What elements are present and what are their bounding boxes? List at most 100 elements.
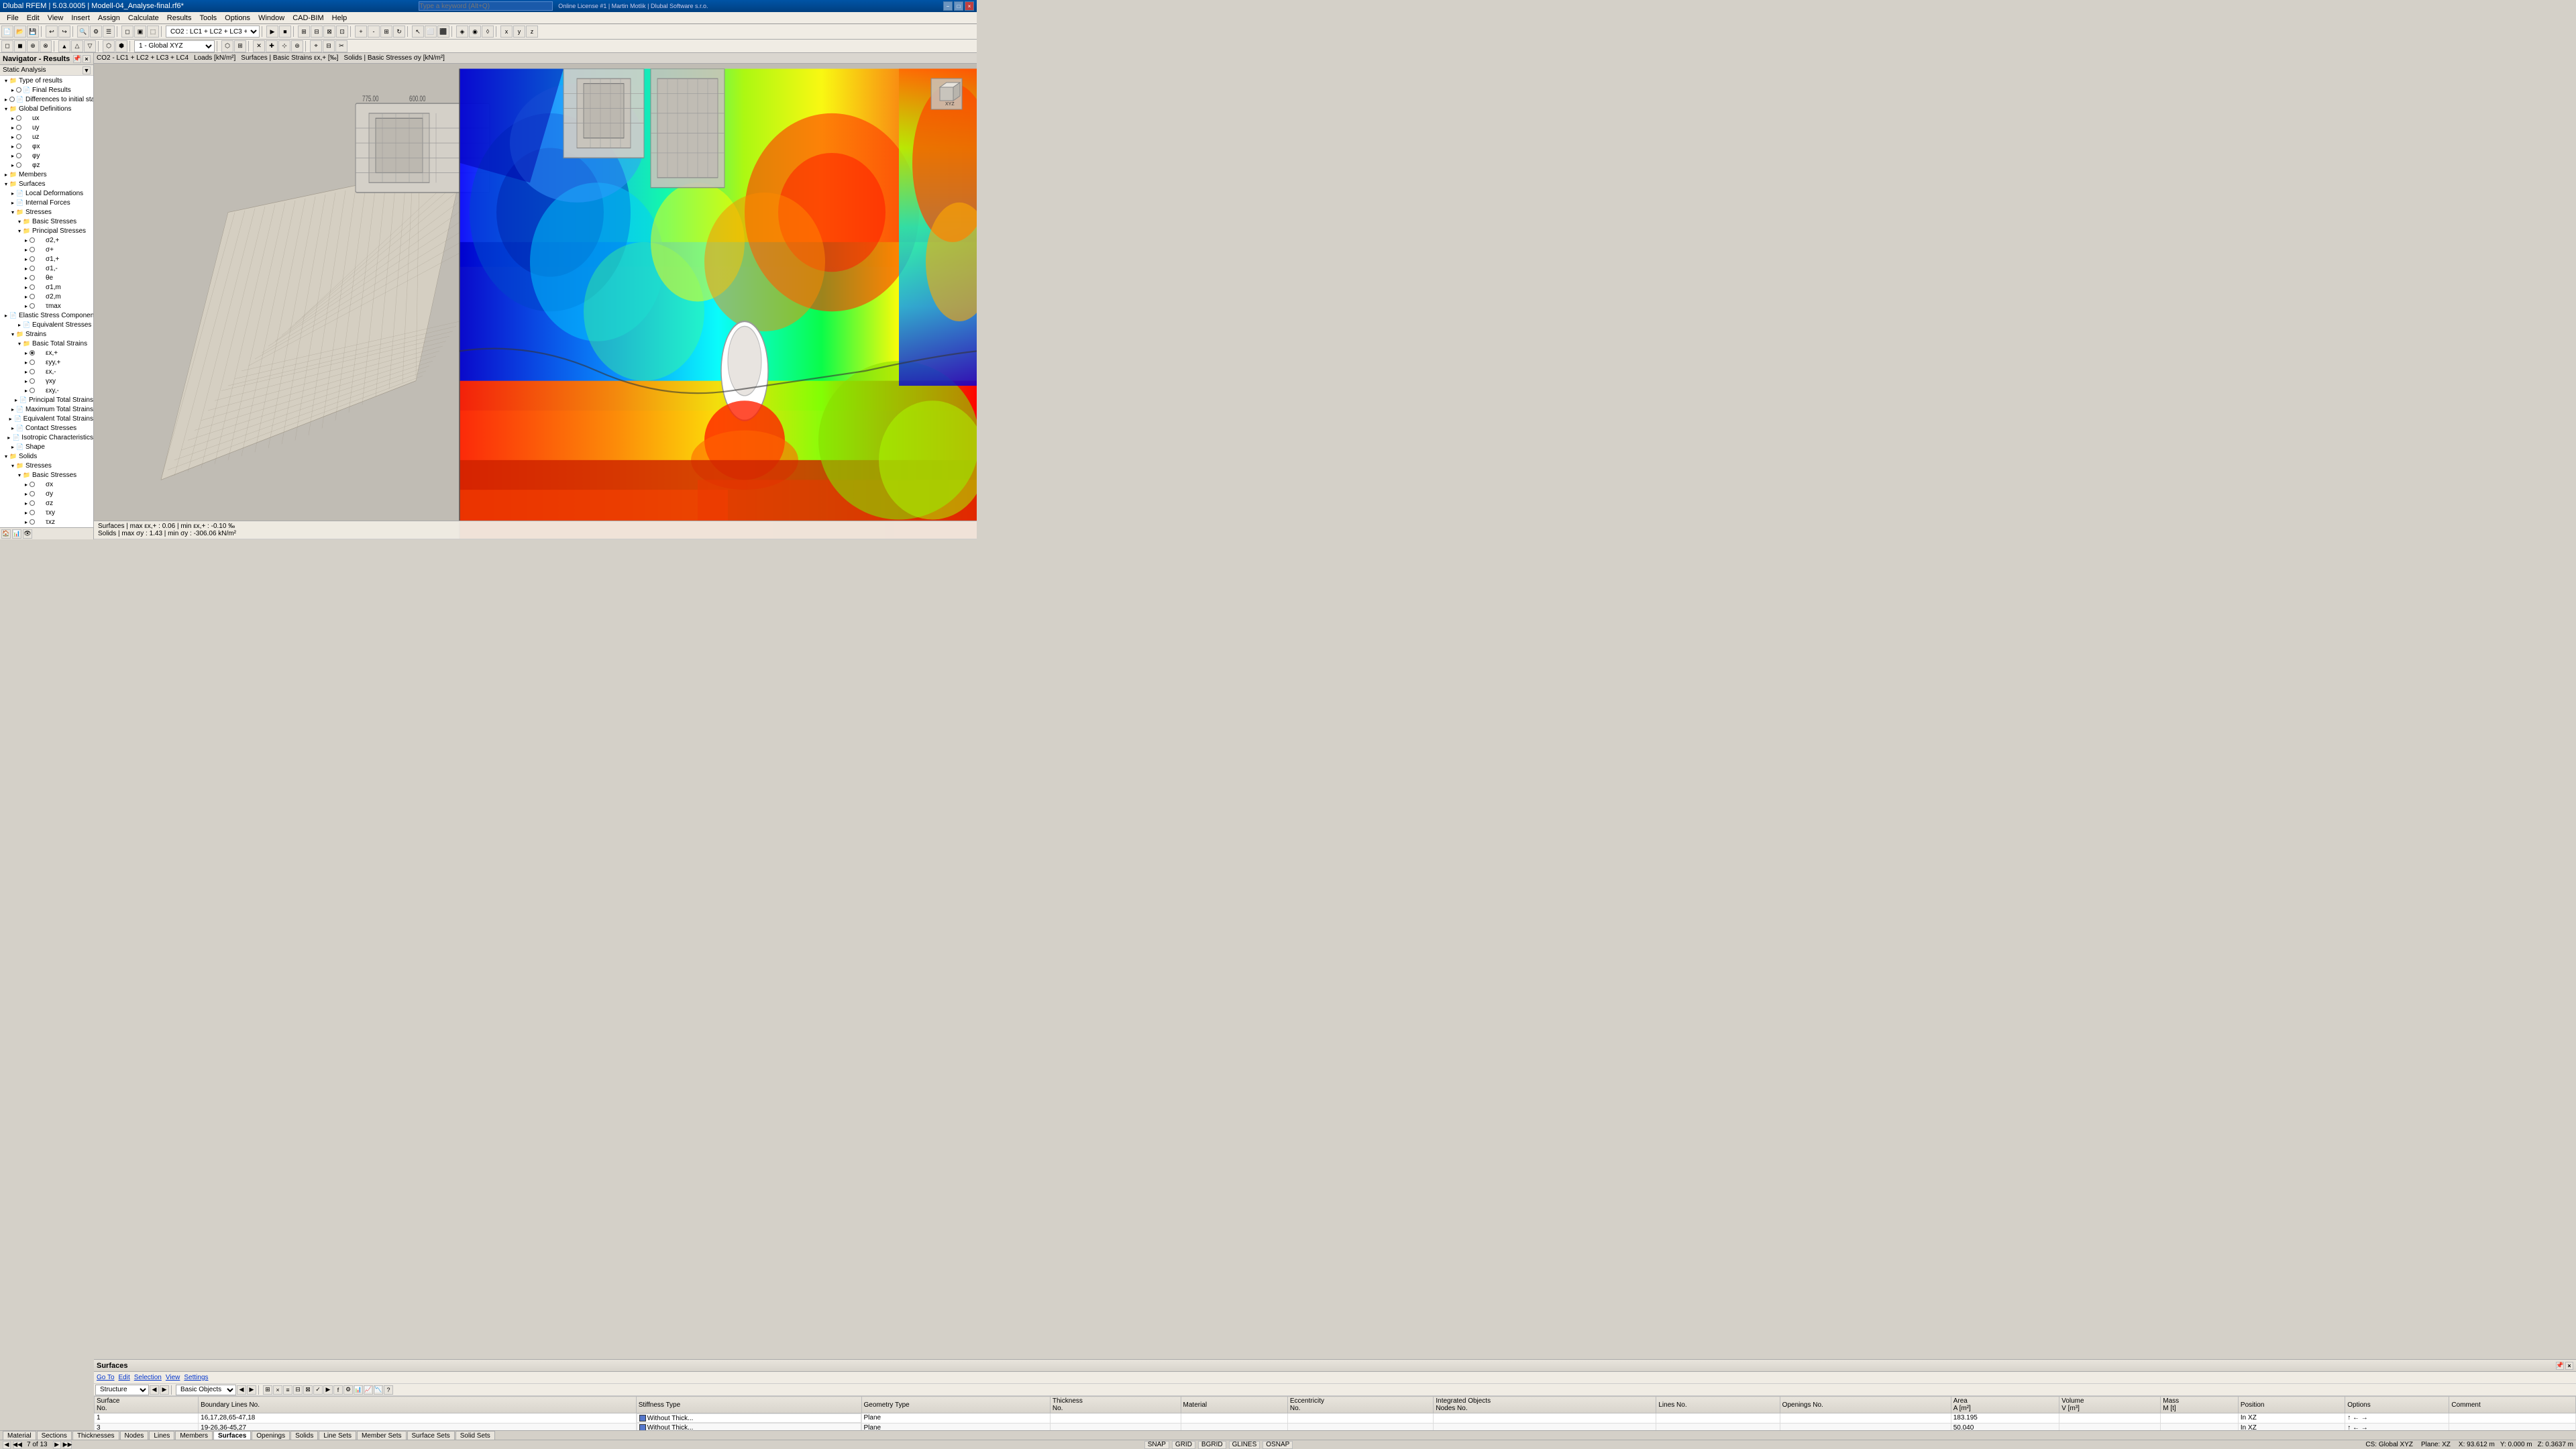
nav-tree-item-24[interactable]: ▸τmax	[0, 301, 93, 311]
nav-tree-item-41[interactable]: ▾📁Stresses	[0, 461, 93, 470]
struct-prev[interactable]: ◀	[150, 1385, 159, 1395]
grid-toggle[interactable]: GRID	[1172, 1441, 1195, 1449]
surf-tb11[interactable]: 📈	[364, 1385, 373, 1395]
menu-view[interactable]: View	[44, 13, 68, 23]
search-input[interactable]	[419, 1, 553, 11]
tb-undo[interactable]: ↩	[46, 25, 58, 38]
nav-tree-item-21[interactable]: ▸θe	[0, 273, 93, 282]
tb-select3[interactable]: ⬛	[437, 25, 449, 38]
menu-calculate[interactable]: Calculate	[124, 13, 163, 23]
menu-cad-bim[interactable]: CAD-BIM	[288, 13, 327, 23]
menu-options[interactable]: Options	[221, 13, 254, 23]
tb-axis2[interactable]: y	[513, 25, 525, 38]
nav-tree-item-34[interactable]: ▸📄Principal Total Strains	[0, 395, 93, 405]
snap-toggle[interactable]: SNAP	[1144, 1441, 1169, 1449]
nav-tree-item-9[interactable]: ▸φz	[0, 160, 93, 170]
tb2-btn7[interactable]: ▽	[84, 40, 96, 52]
bottom-tab-nodes[interactable]: Nodes	[120, 1431, 149, 1440]
nav-tree-item-5[interactable]: ▸uy	[0, 123, 93, 132]
surf-tb10[interactable]: 📊	[354, 1385, 363, 1395]
nav-tree-item-45[interactable]: ▸σz	[0, 498, 93, 508]
3d-viewport[interactable]: CO2 - LC1 + LC2 + LC3 + LC4 Loads [kN/m²…	[94, 53, 977, 539]
tb-axis1[interactable]: x	[500, 25, 513, 38]
tb-zoom-fit[interactable]: ⊞	[380, 25, 392, 38]
tb2-snap4[interactable]: ⊛	[291, 40, 303, 52]
nav-tree-item-42[interactable]: ▾📁Basic Stresses	[0, 470, 93, 480]
nav-tree-item-40[interactable]: ▾📁Solids	[0, 451, 93, 461]
nav-tree-item-4[interactable]: ▸ux	[0, 113, 93, 123]
nav-tree-item-28[interactable]: ▾📁Basic Total Strains	[0, 339, 93, 348]
surf-tb12[interactable]: 📉	[374, 1385, 383, 1395]
tb-view3[interactable]: ◊	[482, 25, 494, 38]
tb-redo[interactable]: ↪	[58, 25, 70, 38]
bottom-tab-members[interactable]: Members	[175, 1431, 213, 1440]
bottom-tab-line-sets[interactable]: Line Sets	[319, 1431, 356, 1440]
page-next[interactable]: ▶	[53, 1441, 61, 1449]
surf-tb9[interactable]: ⚙	[343, 1385, 353, 1395]
menu-results[interactable]: Results	[163, 13, 196, 23]
tb-display3[interactable]: ⊠	[323, 25, 335, 38]
bottom-tab-member-sets[interactable]: Member Sets	[357, 1431, 406, 1440]
bottom-tab-sections[interactable]: Sections	[37, 1431, 72, 1440]
nav-results[interactable]: 📊	[12, 529, 21, 539]
goto-link[interactable]: Go To	[97, 1374, 115, 1381]
tb2-btn1[interactable]: ◻	[1, 40, 13, 52]
nav-display[interactable]: 👁	[23, 529, 32, 539]
nav-tree-item-22[interactable]: ▸σ1,m	[0, 282, 93, 292]
nav-tree-item-7[interactable]: ▸φx	[0, 142, 93, 151]
tb-stop[interactable]: ■	[279, 25, 291, 38]
nav-tree-item-26[interactable]: ▸📄Equivalent Stresses	[0, 320, 93, 329]
bottom-tab-surfaces[interactable]: Surfaces	[213, 1431, 251, 1440]
nav-tree-item-17[interactable]: ▸σ2,+	[0, 235, 93, 245]
tb-btn-3[interactable]: 🔍	[77, 25, 89, 38]
nav-tree-item-37[interactable]: ▸📄Contact Stresses	[0, 423, 93, 433]
tb2-snap2[interactable]: ✚	[266, 40, 278, 52]
tb2-perspective[interactable]: ⬡	[221, 40, 233, 52]
bottom-tab-openings[interactable]: Openings	[252, 1431, 290, 1440]
menu-window[interactable]: Window	[254, 13, 288, 23]
bgrid-toggle[interactable]: BGRID	[1198, 1441, 1226, 1449]
menu-help[interactable]: Help	[328, 13, 352, 23]
nav-tree-item-15[interactable]: ▾📁Basic Stresses	[0, 217, 93, 226]
tb-new[interactable]: 📄	[1, 25, 13, 38]
tb-btn-7[interactable]: ▣	[134, 25, 146, 38]
load-combo-dropdown[interactable]: CO2 : LC1 + LC2 + LC3 + LC4	[166, 25, 260, 38]
menu-edit[interactable]: Edit	[23, 13, 44, 23]
nav-pin[interactable]: 📌	[73, 55, 81, 63]
surfaces-pin[interactable]: 📌	[2556, 1362, 2564, 1370]
tb2-snap3[interactable]: ⊹	[278, 40, 290, 52]
tb-display1[interactable]: ⊞	[298, 25, 310, 38]
surf-tb5[interactable]: ⊠	[303, 1385, 313, 1395]
tb2-btn8[interactable]: ⬡	[103, 40, 115, 52]
tb2-cut[interactable]: ✂	[335, 40, 347, 52]
tb2-btn3[interactable]: ⊕	[27, 40, 39, 52]
surf-tb13[interactable]: ?	[384, 1385, 393, 1395]
nav-tree-item-20[interactable]: ▸σ1,-	[0, 264, 93, 273]
surf-tb6[interactable]: ✓	[313, 1385, 323, 1395]
tb-save[interactable]: 💾	[27, 25, 39, 38]
nav-tree-item-30[interactable]: ▸εyy,+	[0, 358, 93, 367]
tb-btn-8[interactable]: ⬚	[147, 25, 159, 38]
surfaces-close[interactable]: ×	[2565, 1362, 2573, 1370]
page-last[interactable]: ▶▶	[64, 1441, 72, 1449]
glines-toggle[interactable]: GLINES	[1229, 1441, 1260, 1449]
surf-tb7[interactable]: ▶	[323, 1385, 333, 1395]
menu-assign[interactable]: Assign	[94, 13, 124, 23]
nav-tree-item-19[interactable]: ▸σ1,+	[0, 254, 93, 264]
bottom-tab-surface-sets[interactable]: Surface Sets	[407, 1431, 455, 1440]
tb-view1[interactable]: ◈	[456, 25, 468, 38]
nav-tree-item-8[interactable]: ▸φy	[0, 151, 93, 160]
minimize-button[interactable]: −	[943, 1, 953, 11]
tb-display4[interactable]: ⊡	[336, 25, 348, 38]
surf-tb4[interactable]: ⊟	[293, 1385, 303, 1395]
tb-select1[interactable]: ↖	[412, 25, 424, 38]
nav-tree-item-38[interactable]: ▸📄Isotropic Characteristics	[0, 433, 93, 442]
nav-model[interactable]: 🏠	[1, 529, 11, 539]
nav-tree-item-18[interactable]: ▸σ+	[0, 245, 93, 254]
surf-tb2[interactable]: ×	[273, 1385, 282, 1395]
nav-tree-item-10[interactable]: ▸📁Members	[0, 170, 93, 179]
nav-tree-item-43[interactable]: ▸σx	[0, 480, 93, 489]
tb-zoom-in[interactable]: +	[355, 25, 367, 38]
osnap-toggle[interactable]: OSNAP	[1263, 1441, 1293, 1449]
tb2-measure[interactable]: ⌖	[310, 40, 322, 52]
